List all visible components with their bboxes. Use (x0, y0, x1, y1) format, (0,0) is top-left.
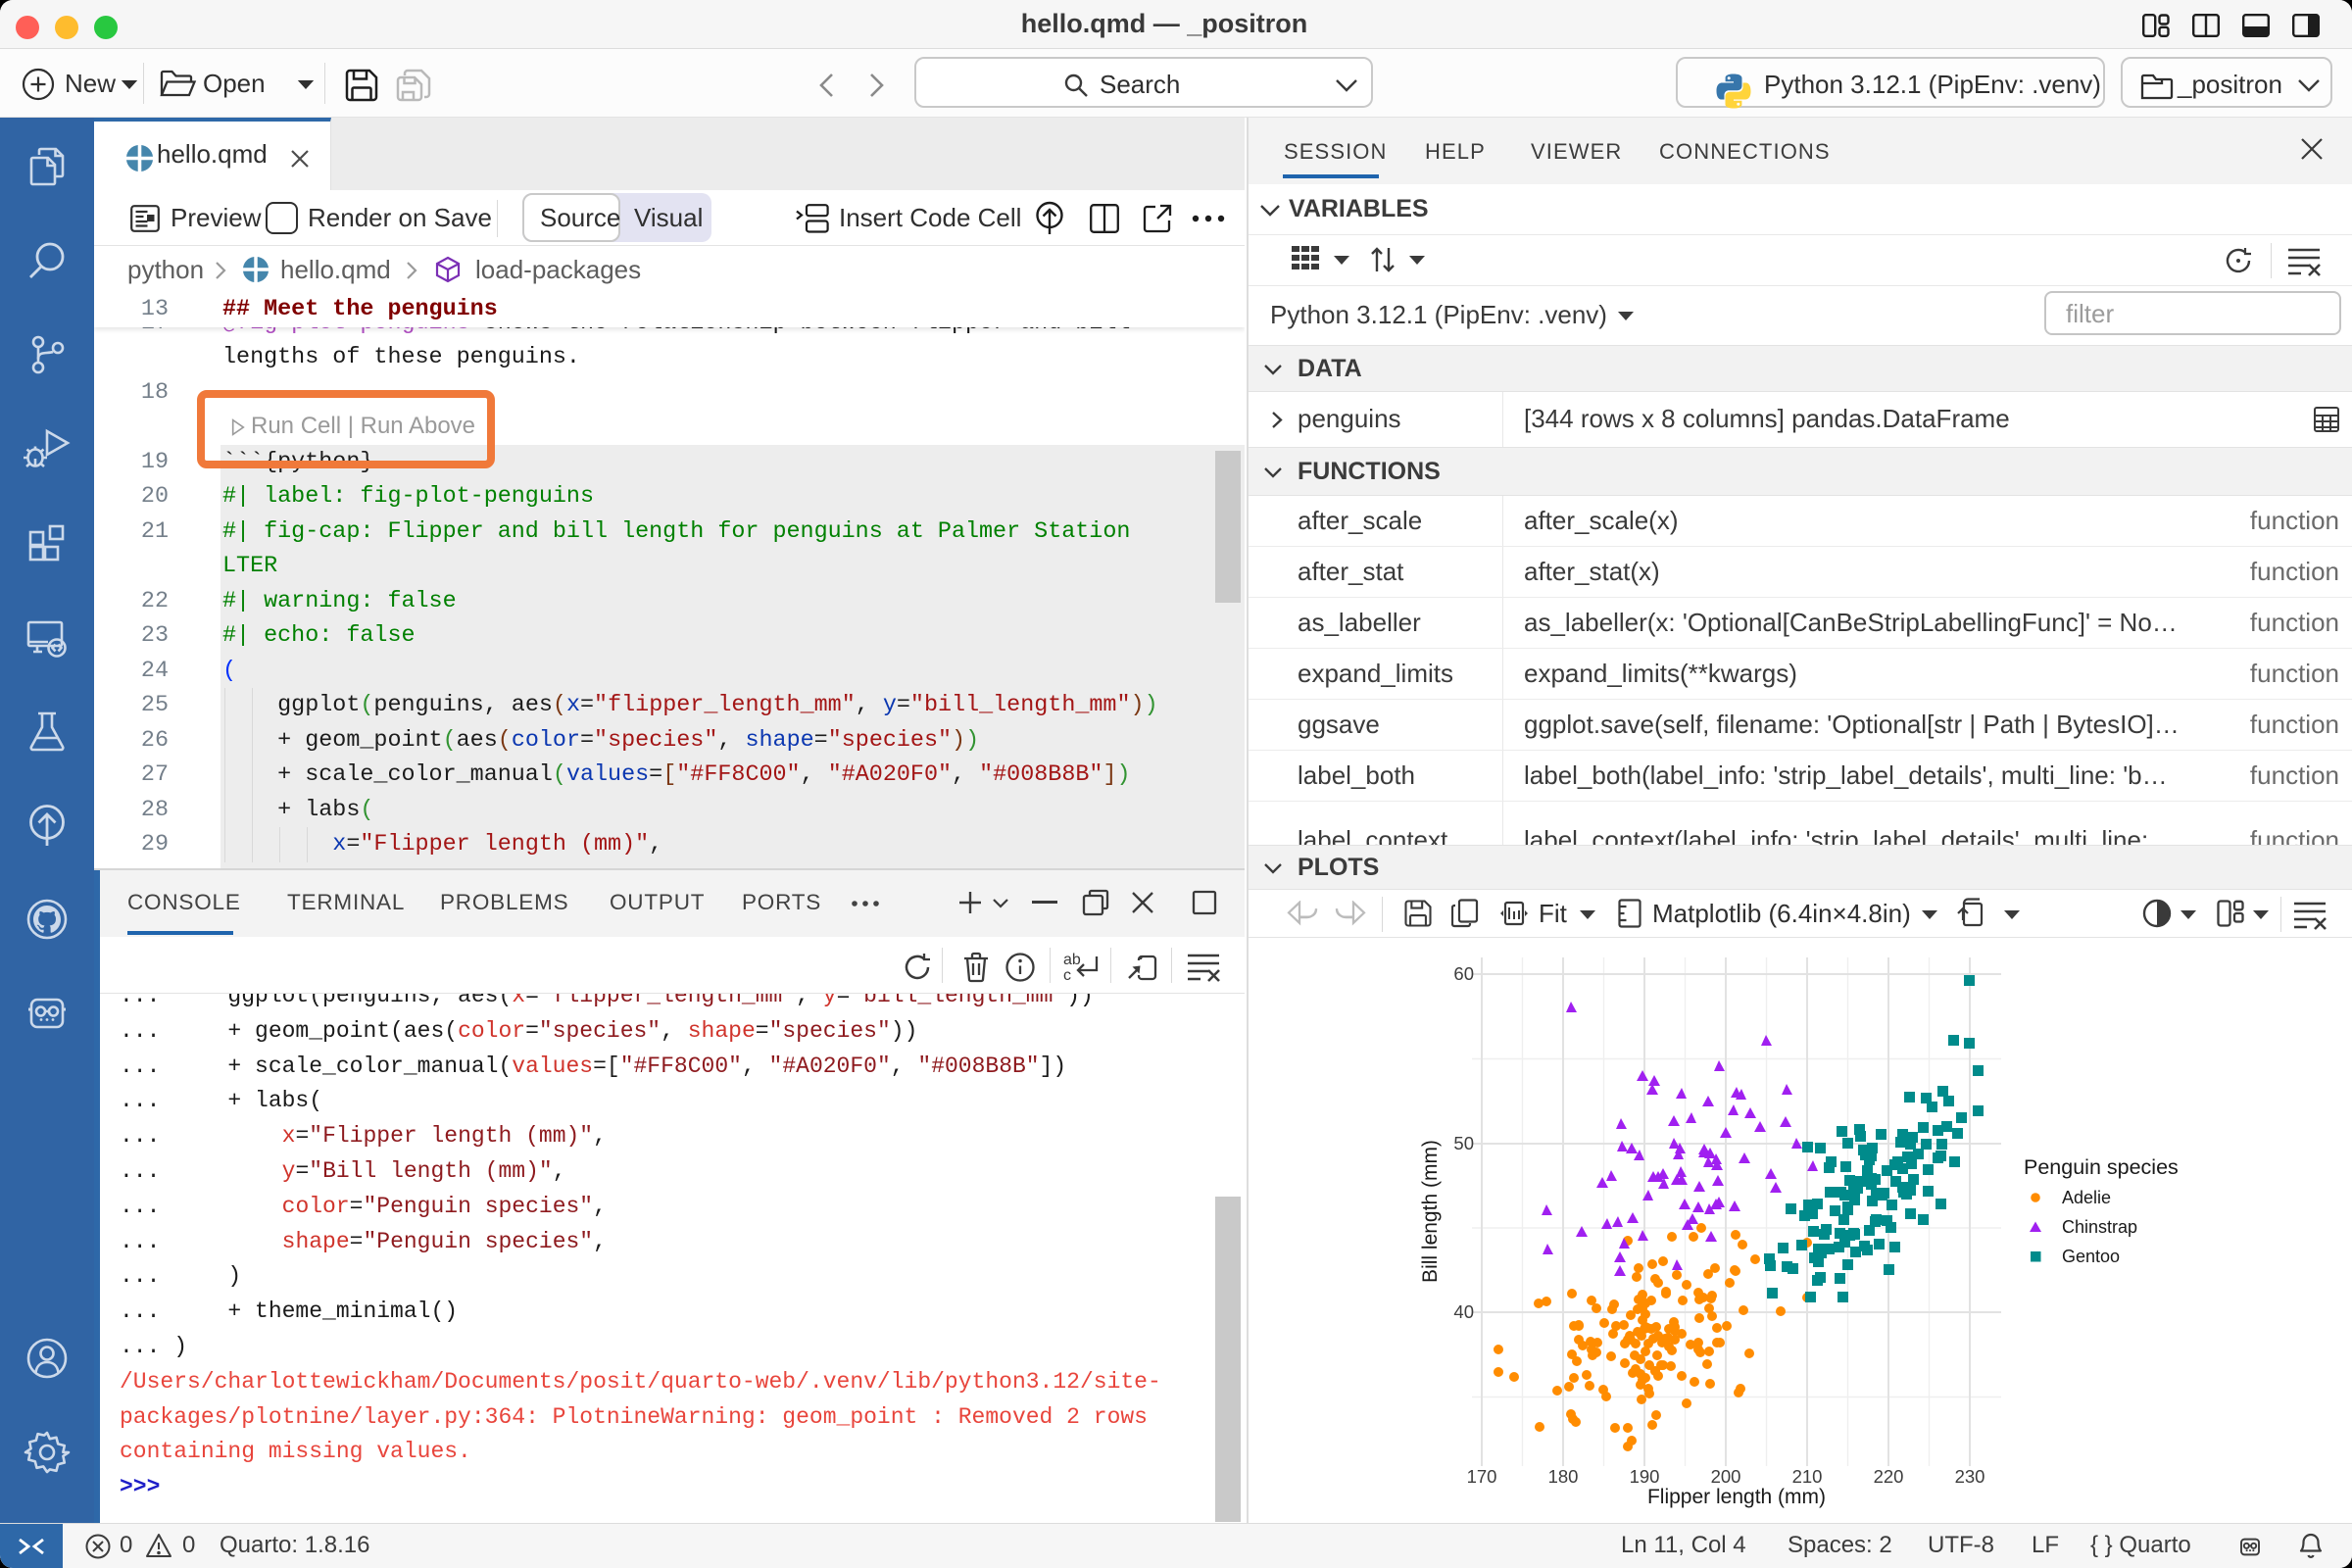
svg-text:190: 190 (1630, 1466, 1660, 1487)
svg-text:Bill length (mm): Bill length (mm) (1419, 1140, 1442, 1283)
svg-text:220: 220 (1874, 1466, 1904, 1487)
svg-text:200: 200 (1711, 1466, 1741, 1487)
svg-text:50: 50 (1453, 1133, 1474, 1153)
svg-text:60: 60 (1453, 963, 1474, 984)
svg-text:Gentoo: Gentoo (2062, 1247, 2120, 1266)
svg-text:c: c (1063, 967, 1071, 984)
svg-text:Adelie: Adelie (2062, 1188, 2111, 1207)
svg-text:170: 170 (1467, 1466, 1497, 1487)
svg-text:40: 40 (1453, 1301, 1474, 1322)
svg-text:210: 210 (1792, 1466, 1823, 1487)
svg-text:Chinstrap: Chinstrap (2062, 1217, 2137, 1237)
svg-text:ab: ab (1063, 952, 1081, 968)
svg-text:Flipper length (mm): Flipper length (mm) (1647, 1486, 1826, 1508)
svg-text:180: 180 (1548, 1466, 1579, 1487)
svg-text:Penguin species: Penguin species (2024, 1155, 2179, 1179)
svg-text:230: 230 (1955, 1466, 1985, 1487)
